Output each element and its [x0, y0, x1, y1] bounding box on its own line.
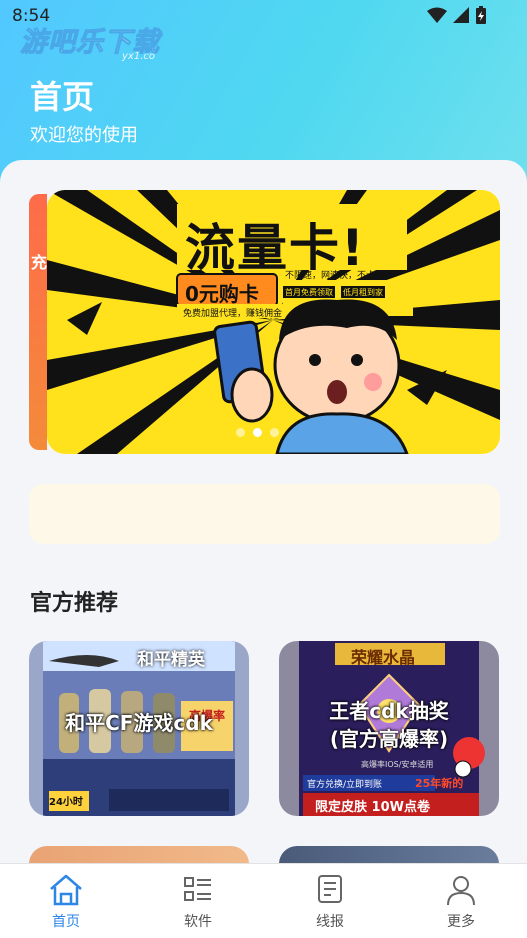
- card-year-text: 25年新的: [415, 777, 464, 790]
- card-title-line-2: (官方高爆率): [329, 727, 449, 751]
- carousel-dot[interactable]: [270, 428, 279, 437]
- carousel-dot-active[interactable]: [253, 428, 262, 437]
- card-banner-text: 和平精英: [137, 650, 205, 670]
- signal-icon: [453, 7, 469, 23]
- tab-more-label: 更多: [447, 914, 475, 930]
- tab-software[interactable]: 软件: [132, 864, 264, 938]
- document-icon: [318, 875, 342, 903]
- card-badge-bottom: 24小时: [49, 797, 83, 808]
- carousel-dot[interactable]: [236, 428, 245, 437]
- card-title-line-1: 王者cdk抽奖: [329, 699, 449, 723]
- person-icon: [447, 876, 475, 906]
- banner-tag-1: 首月免费领取: [285, 288, 333, 297]
- section-title-recommend: 官方推荐: [30, 591, 119, 616]
- tab-home-label: 首页: [52, 914, 80, 930]
- tab-software-label: 软件: [184, 914, 212, 930]
- card-title-text: 和平CF游戏cdk: [65, 711, 213, 735]
- main-content: 充 流量卡! 0元购卡 不限速，网速快，不卡顿 首月免费领取 低月租到家 免费加…: [0, 160, 527, 863]
- tab-news-label: 线报: [316, 914, 344, 930]
- card-footer-text: 限定皮肤 10W点卷: [315, 800, 430, 815]
- carousel-indicator: [236, 428, 279, 437]
- promo-banner[interactable]: 流量卡! 0元购卡 不限速，网速快，不卡顿 首月免费领取 低月租到家 免费加盟代…: [47, 190, 500, 454]
- banner-previous-peek[interactable]: 充: [29, 194, 47, 450]
- banner-promo: 免费加盟代理，赚钱佣金: [183, 309, 283, 319]
- banner-prev-text: 充: [31, 253, 48, 272]
- tab-home[interactable]: 首页: [0, 864, 132, 938]
- card-title: 和平CF游戏cdk: [29, 709, 249, 737]
- banner-tag-2: 低月租到家: [343, 288, 383, 297]
- watermark-sub: yx1.co: [122, 51, 155, 62]
- card-small-text: 官方兑换/立即到账: [307, 780, 383, 790]
- home-icon: [50, 874, 82, 906]
- bottom-tab-bar: 首页 软件 线报 更多: [0, 863, 527, 938]
- battery-icon: [476, 6, 486, 24]
- wifi-icon: [427, 7, 447, 23]
- notice-bar[interactable]: [29, 484, 500, 544]
- tab-news[interactable]: 线报: [264, 864, 396, 938]
- recommend-card-3-peek[interactable]: [29, 846, 249, 863]
- page-title: 首页: [30, 78, 95, 116]
- banner-buy-label: 0元购卡: [185, 282, 259, 306]
- card-banner-text: 荣耀水晶: [351, 648, 416, 667]
- page-subtitle: 欢迎您的使用: [30, 125, 138, 146]
- status-icons: [427, 6, 487, 24]
- recommend-card-4-peek[interactable]: [279, 846, 499, 863]
- tab-more[interactable]: 更多: [395, 864, 527, 938]
- recommend-card-pubg[interactable]: 和平精英 高爆率 24小时 和平CF游戏cdk: [29, 641, 249, 816]
- recommend-card-honor[interactable]: 荣耀水晶 高爆率IOS/安卓适用 官方兑换/立即到账 25年新的 限定皮肤 10…: [279, 641, 499, 816]
- card-title: 王者cdk抽奖 (官方高爆率): [279, 697, 499, 753]
- list-icon: [184, 877, 211, 901]
- card-sub-text: 高爆率IOS/安卓适用: [361, 760, 434, 769]
- banner-features: 不限速，网速快，不卡顿: [285, 271, 385, 281]
